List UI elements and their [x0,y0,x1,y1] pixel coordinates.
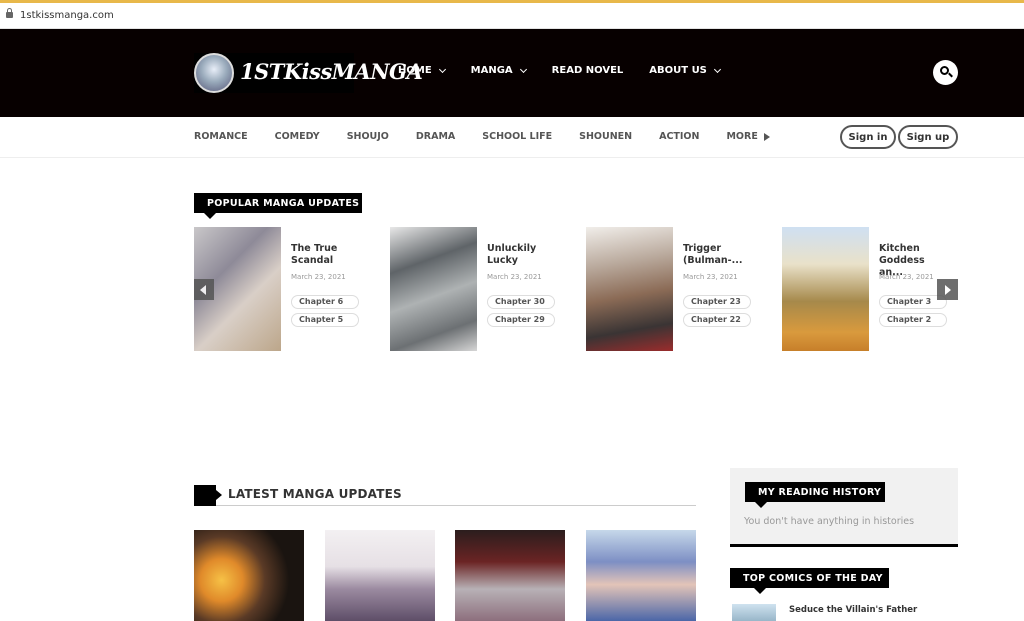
genre-nav: ROMANCE COMEDY SHOUJO DRAMA SCHOOL LIFE … [194,131,797,142]
history-heading-label: MY READING HISTORY [758,486,882,498]
manga-date: March 23, 2021 [291,273,346,281]
top-comic-title[interactable]: Seduce the Villain's Father [789,605,917,615]
logo-avatar [194,53,234,93]
browser-url-bar[interactable]: 1stkissmanga.com [0,0,1024,29]
nav-about-us-label: ABOUT US [649,65,707,76]
nav-manga-label: MANGA [470,65,513,76]
site-logo[interactable]: 1STKissMANGA [194,53,423,93]
history-empty-text: You don't have anything in histories [744,516,915,527]
top-comics-heading: TOP COMICS OF THE DAY [730,568,889,594]
manga-date: March 23, 2021 [879,273,934,281]
nav-read-novel[interactable]: READ NOVEL [552,65,624,76]
heading-pointer [755,502,767,508]
popular-card[interactable]: Unluckily Lucky March 23, 2021 Chapter 3… [390,227,560,351]
genre-school-life[interactable]: SCHOOL LIFE [482,131,552,142]
nav-about-us[interactable]: ABOUT US [649,65,721,76]
chapter-link[interactable]: Chapter 2 [879,313,947,327]
nav-read-novel-label: READ NOVEL [551,65,624,76]
popular-card[interactable]: The True Scandal March 23, 2021 Chapter … [194,227,364,351]
site-header: 1STKissMANGA HOME MANGA READ NOVEL ABOUT… [0,29,1024,117]
heading-pointer [204,213,216,219]
search-button[interactable] [933,60,958,85]
arrow-right-icon [945,285,951,295]
sign-in-button[interactable]: Sign in [840,125,896,149]
chapter-link[interactable]: Chapter 5 [291,313,359,327]
latest-heading-label: LATEST MANGA UPDATES [228,487,402,501]
manga-date: March 23, 2021 [487,273,542,281]
nav-manga[interactable]: MANGA [470,65,527,76]
manga-title[interactable]: Trigger (Bulman-... [683,243,753,267]
genre-bar: ROMANCE COMEDY SHOUJO DRAMA SCHOOL LIFE … [0,117,1024,158]
chapter-link[interactable]: Chapter 23 [683,295,751,309]
lock-icon [6,8,13,18]
chevron-down-icon [519,65,527,73]
reading-history-panel: MY READING HISTORY You don't have anythi… [730,468,958,547]
chevron-down-icon [438,65,446,73]
genre-romance[interactable]: ROMANCE [194,131,248,142]
manga-date: March 23, 2021 [683,273,738,281]
heading-marker [194,485,222,506]
sign-up-button[interactable]: Sign up [898,125,958,149]
chapter-link[interactable]: Chapter 22 [683,313,751,327]
search-icon-handle [948,72,953,78]
manga-cover[interactable] [586,227,673,351]
manga-cover[interactable] [325,530,435,621]
popular-card[interactable]: Trigger (Bulman-... March 23, 2021 Chapt… [586,227,756,351]
logo-text: 1STKissMANGA [240,59,423,84]
genre-shoujo[interactable]: SHOUJO [347,131,389,142]
main-nav: HOME MANGA READ NOVEL ABOUT US [398,65,746,76]
manga-cover[interactable] [194,530,304,621]
chapter-link[interactable]: Chapter 6 [291,295,359,309]
genre-drama[interactable]: DRAMA [416,131,455,142]
history-heading: MY READING HISTORY [745,482,885,508]
genre-more-label: MORE [726,131,758,142]
carousel-next-button[interactable] [937,279,958,300]
genre-comedy[interactable]: COMEDY [275,131,320,142]
nav-home[interactable]: HOME [398,65,446,76]
manga-cover[interactable] [455,530,565,621]
nav-home-label: HOME [398,65,432,76]
latest-heading: LATEST MANGA UPDATES [194,485,696,506]
chevron-down-icon [713,65,721,73]
caret-right-icon [763,132,770,141]
manga-cover[interactable] [390,227,477,351]
top-comic-thumbnail[interactable] [732,604,776,621]
manga-title[interactable]: Unluckily Lucky [487,243,557,267]
url-text[interactable]: 1stkissmanga.com [20,10,114,21]
heading-pointer [754,588,766,594]
genre-action[interactable]: ACTION [659,131,699,142]
popular-card[interactable]: Kitchen Goddess an... March 23, 2021 Cha… [782,227,952,351]
genre-more[interactable]: MORE [726,131,770,142]
genre-shounen[interactable]: SHOUNEN [579,131,632,142]
manga-title[interactable]: The True Scandal [291,243,361,267]
arrow-left-icon [200,285,206,295]
chapter-link[interactable]: Chapter 30 [487,295,555,309]
popular-heading-label: POPULAR MANGA UPDATES [207,197,360,209]
popular-heading: POPULAR MANGA UPDATES [194,193,362,219]
top-comics-heading-label: TOP COMICS OF THE DAY [743,572,883,584]
chapter-link[interactable]: Chapter 29 [487,313,555,327]
manga-cover[interactable] [782,227,869,351]
manga-cover[interactable] [586,530,696,621]
carousel-prev-button[interactable] [194,279,214,300]
